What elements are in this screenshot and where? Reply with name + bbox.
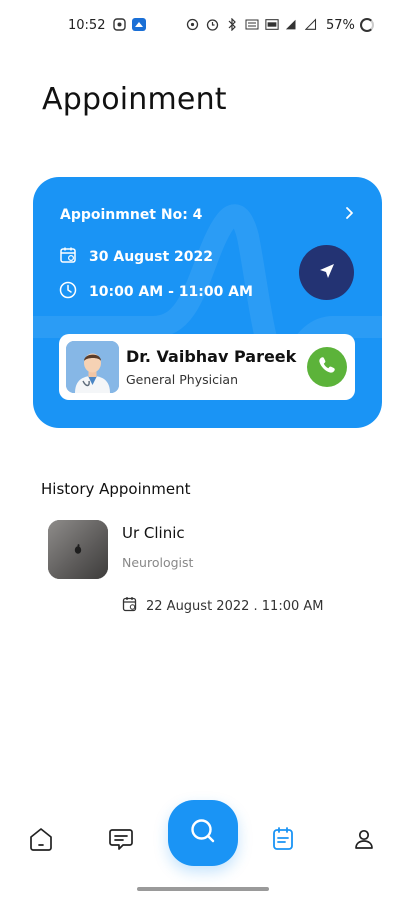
profile-icon: [352, 827, 376, 855]
appointment-date: 30 August 2022: [89, 249, 214, 265]
signal-icon: [285, 17, 299, 31]
app-notification-icon: [132, 17, 146, 31]
calendar-icon: [122, 596, 138, 616]
status-bar: 10:52 57%: [0, 0, 404, 52]
doctor-info-box[interactable]: Dr. Vaibhav Pareek General Physician: [59, 334, 355, 400]
search-icon: [188, 816, 218, 850]
appointment-time-row: 10:00 AM - 11:00 AM: [59, 281, 253, 303]
search-button[interactable]: [168, 800, 238, 866]
home-indicator[interactable]: [137, 887, 269, 891]
appointment-date-row: 30 August 2022: [59, 246, 213, 268]
doctor-avatar: [66, 341, 119, 393]
message-notification-icon: [112, 17, 126, 31]
nav-messages[interactable]: [106, 826, 136, 856]
bluetooth-icon: [225, 17, 239, 31]
appointment-number: Appoinmnet No: 4: [60, 207, 203, 223]
history-appointment-item[interactable]: Ur Clinic Neurologist 22 August 2022 . 1…: [48, 520, 358, 620]
clinic-specialty: Neurologist: [122, 555, 194, 570]
status-time: 10:52: [68, 18, 106, 33]
signal-4g-icon: [305, 17, 319, 31]
calendar-icon: [270, 826, 296, 856]
hotspot-icon: [185, 17, 199, 31]
doctor-name: Dr. Vaibhav Pareek: [126, 347, 297, 366]
call-doctor-button[interactable]: [307, 347, 347, 387]
system-icons: [185, 17, 319, 31]
clinic-name: Ur Clinic: [122, 524, 185, 542]
history-datetime: 22 August 2022 . 11:00 AM: [146, 598, 324, 614]
clock-icon: [59, 281, 77, 303]
chat-icon: [108, 826, 134, 856]
battery-icon: [360, 18, 374, 32]
chevron-right-icon[interactable]: [342, 205, 356, 219]
clinic-thumbnail: [48, 520, 108, 579]
current-appointment-card[interactable]: Appoinmnet No: 4 30 August 2022 10:00 AM…: [33, 177, 382, 428]
calendar-icon: [59, 246, 77, 268]
phone-icon: [317, 355, 337, 379]
navigation-arrow-icon: [317, 261, 337, 285]
volte-icon: [265, 17, 279, 31]
alarm-icon: [205, 17, 219, 31]
appointment-screen: 10:52 57% Appoinment Appoinmnet No: 4 30…: [0, 0, 404, 900]
nav-home[interactable]: [26, 826, 56, 856]
nav-profile[interactable]: [349, 826, 379, 856]
nav-appointments[interactable]: [268, 826, 298, 856]
home-icon: [28, 826, 54, 856]
notification-icons: [112, 17, 146, 31]
battery-percentage: 57%: [326, 18, 355, 33]
page-title: Appoinment: [42, 82, 227, 117]
appointment-time: 10:00 AM - 11:00 AM: [89, 284, 253, 300]
doctor-specialty: General Physician: [126, 372, 239, 387]
bottom-navigation: [0, 800, 404, 880]
data-speed-icon: [245, 17, 259, 31]
history-heading: History Appoinment: [41, 480, 191, 498]
navigate-button[interactable]: [299, 245, 354, 300]
history-date-row: 22 August 2022 . 11:00 AM: [122, 596, 324, 616]
